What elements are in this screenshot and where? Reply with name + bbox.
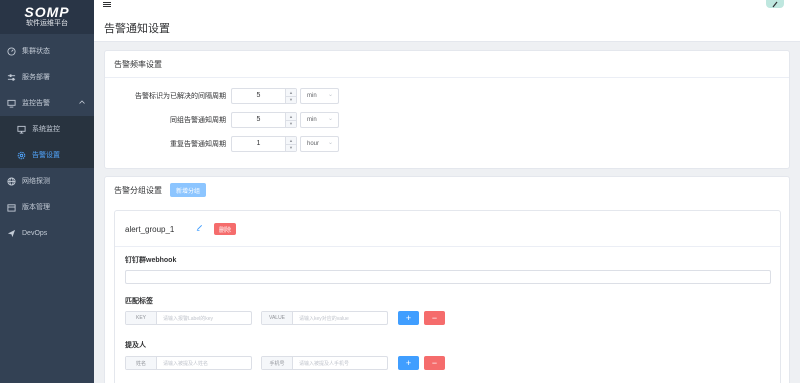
mention-phone-input[interactable]: 手机号 请输入被提及人手机号 bbox=[261, 356, 388, 370]
alert-group-card: alert_group_1 删除 钉钉群webhook 匹配标签 KEY 请输入… bbox=[114, 210, 781, 383]
logo-title: SOMP bbox=[24, 4, 70, 20]
phone-prepend: 手机号 bbox=[262, 357, 293, 369]
unit-value: hour bbox=[307, 141, 320, 147]
page-header: 告警通知设置 bbox=[94, 10, 800, 42]
groups-card: 告警分组设置 新增分组 alert_group_1 删除 钉钉群webhook … bbox=[104, 176, 790, 383]
match-labels-label: 匹配标签 bbox=[125, 298, 153, 305]
group-name: alert_group_1 bbox=[125, 225, 175, 234]
webhook-label: 钉钉群webhook bbox=[125, 257, 177, 264]
stepper-value[interactable]: 5 bbox=[232, 89, 285, 103]
frequency-row-label: 同组告警通知周期 bbox=[170, 117, 226, 124]
frequency-row: 重复告警通知周期 1 ▲ ▼ hour ⌄ bbox=[105, 136, 339, 152]
frequency-row: 同组告警通知周期 5 ▲ ▼ min ⌄ bbox=[105, 112, 339, 128]
edit-icon[interactable] bbox=[196, 224, 203, 233]
page-title: 告警通知设置 bbox=[104, 23, 170, 35]
name-prepend: 姓名 bbox=[126, 357, 157, 369]
key-prepend: KEY bbox=[126, 312, 157, 324]
sidebar-item-label: 服务部署 bbox=[22, 74, 50, 81]
package-icon bbox=[7, 203, 16, 212]
sidebar-item-system-monitor[interactable]: 系统监控 bbox=[0, 116, 94, 142]
chevron-down-icon: ⌄ bbox=[327, 140, 333, 146]
groups-card-header: 告警分组设置 新增分组 bbox=[105, 177, 789, 203]
mention-name-input[interactable]: 姓名 请输入被提及人姓名 bbox=[125, 356, 252, 370]
chevron-up-icon bbox=[79, 99, 85, 106]
stepper-value[interactable]: 5 bbox=[232, 113, 285, 127]
resolve-interval-stepper[interactable]: 5 ▲ ▼ bbox=[231, 88, 297, 104]
stepper-value[interactable]: 1 bbox=[232, 137, 285, 151]
sidebar-item-alert-settings[interactable]: 告警设置 bbox=[0, 142, 94, 168]
add-label-button[interactable]: + bbox=[398, 311, 419, 325]
sidebar-item-label: 网络探测 bbox=[22, 178, 50, 185]
sidebar-item-network-probe[interactable]: 网络探测 bbox=[0, 168, 94, 194]
group-interval-unit-select[interactable]: min ⌄ bbox=[300, 112, 339, 128]
sidebar-item-service-deploy[interactable]: 服务部署 bbox=[0, 64, 94, 90]
gauge-icon bbox=[7, 46, 16, 56]
decrement-icon[interactable]: ▼ bbox=[286, 95, 296, 104]
monitor-icon bbox=[7, 99, 16, 108]
key-placeholder[interactable]: 请输入报警Label的key bbox=[157, 312, 251, 324]
sidebar-item-label: 告警设置 bbox=[32, 152, 60, 159]
sidebar-item-label: 集群状态 bbox=[22, 48, 50, 55]
label-key-input[interactable]: KEY 请输入报警Label的key bbox=[125, 311, 252, 325]
add-mention-button[interactable]: + bbox=[398, 356, 419, 370]
groups-card-title: 告警分组设置 bbox=[114, 185, 162, 195]
repeat-interval-unit-select[interactable]: hour ⌄ bbox=[300, 136, 339, 152]
decrement-icon[interactable]: ▼ bbox=[286, 119, 296, 128]
delete-group-button[interactable]: 删除 bbox=[214, 223, 237, 235]
avatar[interactable] bbox=[766, 0, 784, 8]
value-placeholder[interactable]: 请输入key对应的value bbox=[293, 312, 387, 324]
resolve-interval-unit-select[interactable]: min ⌄ bbox=[300, 88, 339, 104]
value-prepend: VALUE bbox=[262, 312, 293, 324]
gear-icon bbox=[17, 151, 26, 160]
send-icon bbox=[7, 229, 16, 238]
frequency-card: 告警频率设置 告警标识为已解决的间隔周期 5 ▲ ▼ min ⌄ 同组告警通知周期… bbox=[104, 50, 790, 169]
divider bbox=[115, 246, 780, 247]
unit-value: min bbox=[307, 93, 317, 99]
webhook-input[interactable] bbox=[125, 270, 771, 284]
sidebar-item-label: 版本管理 bbox=[22, 204, 50, 211]
mentions-label: 提及人 bbox=[125, 342, 146, 349]
remove-mention-button[interactable]: − bbox=[424, 356, 445, 370]
sidebar-item-label: 监控告警 bbox=[22, 100, 50, 107]
sidebar-item-version-manage[interactable]: 版本管理 bbox=[0, 194, 94, 220]
logo-subtitle: 软件运维平台 bbox=[26, 20, 68, 27]
unit-value: min bbox=[307, 117, 317, 123]
frequency-row: 告警标识为已解决的间隔周期 5 ▲ ▼ min ⌄ bbox=[105, 88, 339, 104]
desktop-icon bbox=[17, 125, 26, 134]
logo[interactable]: SOMP 软件运维平台 bbox=[0, 0, 94, 34]
frequency-row-label: 重复告警通知周期 bbox=[170, 141, 226, 148]
sidebar: SOMP 软件运维平台 集群状态 服务部署 监控告警 系统监控 告警设置 网络探… bbox=[0, 0, 94, 383]
topbar bbox=[94, 0, 800, 10]
frequency-card-title: 告警频率设置 bbox=[105, 51, 789, 78]
sidebar-item-devops[interactable]: DevOps bbox=[0, 220, 94, 246]
name-placeholder[interactable]: 请输入被提及人姓名 bbox=[157, 357, 251, 369]
remove-label-button[interactable]: − bbox=[424, 311, 445, 325]
menu-toggle-icon[interactable] bbox=[103, 0, 111, 9]
group-interval-stepper[interactable]: 5 ▲ ▼ bbox=[231, 112, 297, 128]
decrement-icon[interactable]: ▼ bbox=[286, 143, 296, 152]
repeat-interval-stepper[interactable]: 1 ▲ ▼ bbox=[231, 136, 297, 152]
label-value-input[interactable]: VALUE 请输入key对应的value bbox=[261, 311, 388, 325]
sidebar-item-cluster-status[interactable]: 集群状态 bbox=[0, 38, 94, 64]
sidebar-item-label: DevOps bbox=[22, 229, 48, 237]
sidebar-item-label: 系统监控 bbox=[32, 126, 60, 133]
sidebar-item-monitor-alert[interactable]: 监控告警 bbox=[0, 90, 94, 116]
globe-icon bbox=[7, 176, 16, 186]
phone-placeholder[interactable]: 请输入被提及人手机号 bbox=[293, 357, 387, 369]
chevron-down-icon: ⌄ bbox=[327, 92, 333, 98]
chevron-down-icon: ⌄ bbox=[327, 116, 333, 122]
frequency-row-label: 告警标识为已解决的间隔周期 bbox=[135, 93, 226, 100]
add-group-button[interactable]: 新增分组 bbox=[170, 183, 207, 197]
sliders-icon bbox=[7, 73, 16, 82]
